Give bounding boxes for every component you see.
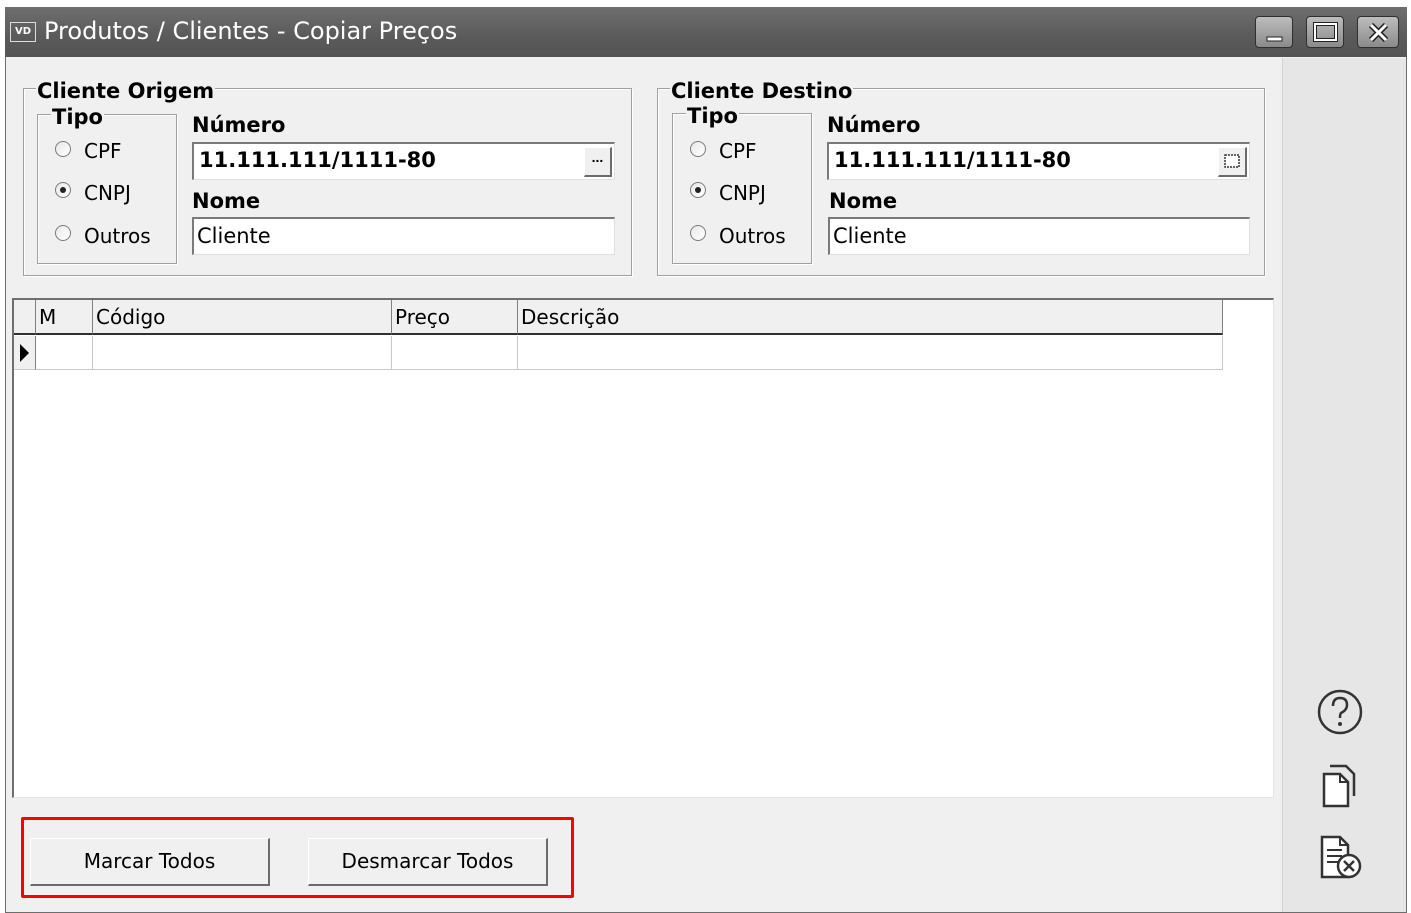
help-button[interactable] bbox=[1315, 687, 1365, 737]
destino-legend: Cliente Destino bbox=[670, 79, 854, 103]
destino-nome-label: Nome bbox=[829, 189, 898, 213]
destino-numero-label: Número bbox=[827, 113, 921, 137]
grid-header-codigo[interactable]: Código bbox=[93, 300, 392, 335]
origem-radio-outros[interactable] bbox=[55, 225, 71, 241]
lookup-icon bbox=[1224, 154, 1240, 168]
destino-nome-field[interactable]: Cliente bbox=[828, 217, 1250, 255]
window-title: Produtos / Clientes - Copiar Preços bbox=[44, 17, 458, 45]
app-icon: VD bbox=[10, 22, 36, 42]
origem-radio-outros-label: Outros bbox=[84, 224, 151, 248]
grid-cell-descricao[interactable] bbox=[518, 336, 1223, 370]
destino-radio-outros[interactable] bbox=[690, 225, 706, 241]
origem-tipo-legend: Tipo bbox=[51, 105, 104, 129]
destino-nome-value: Cliente bbox=[833, 224, 907, 248]
grid-header-preco[interactable]: Preço bbox=[392, 300, 518, 335]
current-row-arrow-icon bbox=[20, 344, 29, 362]
help-icon bbox=[1317, 689, 1363, 735]
maximize-icon bbox=[1313, 22, 1338, 42]
close-button[interactable] bbox=[1357, 16, 1399, 48]
origem-numero-value: 11.111.111/1111-80 bbox=[199, 148, 436, 172]
copy-icon bbox=[1322, 764, 1356, 808]
destino-radio-cnpj[interactable] bbox=[690, 182, 706, 198]
origem-radio-cpf[interactable] bbox=[55, 141, 71, 157]
highlight-box bbox=[21, 817, 574, 898]
destino-radio-outros-label: Outros bbox=[719, 224, 786, 248]
minimize-button[interactable] bbox=[1255, 16, 1293, 48]
origem-numero-field[interactable]: 11.111.111/1111-80 bbox=[192, 142, 615, 180]
origem-nome-field[interactable]: Cliente bbox=[192, 217, 615, 255]
origem-nome-value: Cliente bbox=[197, 224, 271, 248]
origem-legend: Cliente Origem bbox=[36, 79, 216, 103]
destino-radio-cpf-label: CPF bbox=[719, 139, 757, 163]
maximize-button[interactable] bbox=[1306, 16, 1344, 48]
grid-header-descricao[interactable]: Descrição bbox=[518, 300, 1223, 335]
destino-lookup-button[interactable] bbox=[1218, 147, 1247, 177]
origem-radio-cpf-label: CPF bbox=[84, 139, 122, 163]
destino-tipo-legend: Tipo bbox=[686, 104, 739, 128]
cancel-document-icon bbox=[1320, 835, 1362, 879]
grid-cell-preco[interactable] bbox=[392, 336, 518, 370]
grid-cell-m[interactable] bbox=[36, 336, 93, 370]
origem-radio-cnpj[interactable] bbox=[55, 182, 71, 198]
grid-header-m[interactable]: M bbox=[36, 300, 93, 335]
origem-nome-label: Nome bbox=[192, 189, 261, 213]
minimize-icon bbox=[1266, 36, 1283, 42]
prices-grid[interactable] bbox=[12, 298, 1274, 798]
origem-lookup-button[interactable]: ... bbox=[584, 147, 612, 177]
destino-radio-cpf[interactable] bbox=[690, 141, 706, 157]
origem-radio-cnpj-label: CNPJ bbox=[84, 181, 131, 205]
cancel-document-button[interactable] bbox=[1316, 833, 1366, 883]
grid-cell-codigo[interactable] bbox=[93, 336, 392, 370]
destino-numero-field[interactable]: 11.111.111/1111-80 bbox=[827, 142, 1250, 180]
close-icon bbox=[1368, 22, 1389, 43]
destino-numero-value: 11.111.111/1111-80 bbox=[834, 148, 1071, 172]
grid-indicator-header bbox=[14, 300, 36, 335]
copy-button[interactable] bbox=[1318, 762, 1364, 810]
origem-numero-label: Número bbox=[192, 113, 286, 137]
destino-radio-cnpj-label: CNPJ bbox=[719, 181, 766, 205]
row-indicator[interactable] bbox=[14, 336, 36, 370]
